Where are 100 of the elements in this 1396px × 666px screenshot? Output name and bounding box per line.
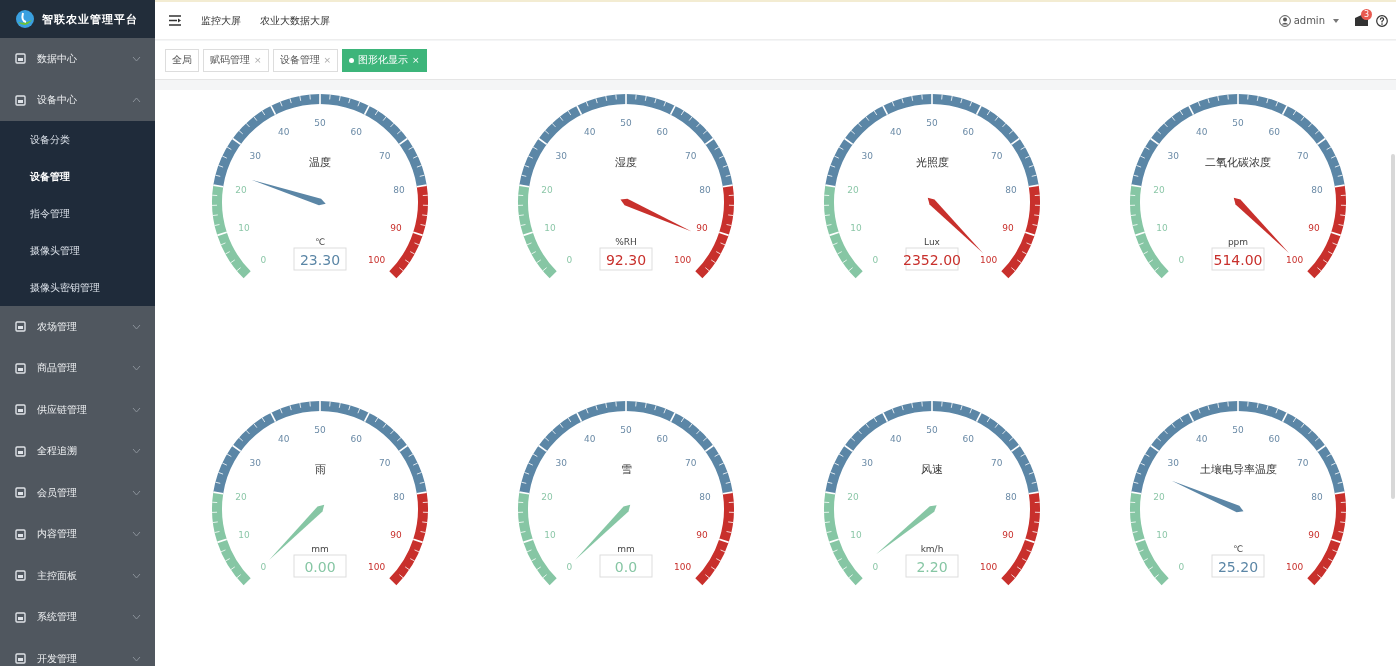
user-icon	[1278, 14, 1291, 27]
unit-label: ℃	[1232, 544, 1244, 554]
menu-icon	[15, 653, 26, 665]
tab[interactable]: 全局	[165, 48, 199, 72]
menu-item[interactable]: 商品管理	[0, 347, 155, 389]
scale-label: 30	[1167, 151, 1179, 161]
menu-icon	[15, 570, 26, 582]
scale-label: 60	[350, 433, 363, 444]
scale-label: 60	[656, 126, 669, 137]
menu-icon	[15, 362, 26, 374]
tab-label: 全局	[172, 53, 192, 67]
scale-label: 100	[673, 561, 692, 572]
scale-label: 80	[699, 492, 711, 503]
user-menu[interactable]: admin	[1293, 15, 1325, 26]
scale-label: 100	[1285, 254, 1304, 265]
menu-icon	[15, 528, 26, 540]
unit-label: Lux	[924, 237, 940, 247]
gauge-title: 雨	[314, 463, 326, 476]
submenu-item[interactable]: 摄像头密钥管理	[0, 269, 155, 306]
menu-item[interactable]: 供应链管理	[0, 389, 155, 431]
nav-link[interactable]: 农业大数据大屏	[260, 13, 330, 28]
value-display: 25.20	[1211, 554, 1265, 578]
scale-label: 30	[249, 151, 261, 161]
tab[interactable]: 设备管理 ×	[272, 48, 339, 72]
chevron-icon	[132, 655, 141, 662]
needle	[927, 197, 983, 253]
scale-label: 50	[620, 118, 632, 128]
chevron-icon	[132, 406, 141, 413]
menu-icon	[15, 611, 26, 623]
scale-label: 50	[926, 118, 938, 128]
scale-label: 100	[1285, 561, 1304, 572]
scale-label: 70	[379, 458, 391, 468]
scale-label: 60	[1268, 126, 1281, 137]
scale-label: 10	[238, 529, 250, 540]
scale-label: 20	[847, 492, 859, 503]
scale-label: 20	[847, 185, 859, 196]
caret-icon[interactable]	[1333, 18, 1339, 23]
menu-item[interactable]: 系统管理	[0, 596, 155, 638]
scrollbar[interactable]	[1391, 154, 1395, 499]
scale-label: 20	[235, 492, 247, 503]
chevron-icon	[132, 55, 141, 62]
chevron-icon	[132, 572, 141, 579]
app-title: 智联农业管理平台	[42, 11, 138, 27]
menu-item[interactable]: 设备中心	[0, 79, 155, 121]
scale-label: 20	[235, 185, 247, 196]
menu-item[interactable]: 数据中心	[0, 38, 155, 80]
menu-icon	[15, 404, 26, 416]
value-display: 2.20	[905, 554, 959, 578]
tab[interactable]: 赋码管理 ×	[203, 48, 269, 72]
chevron-icon	[132, 97, 141, 104]
submenu-item[interactable]: 设备分类	[0, 121, 155, 158]
scale-label: 40	[889, 126, 902, 137]
scale-label: 10	[1156, 529, 1168, 540]
menu-icon	[15, 321, 26, 333]
scale-label: 60	[962, 433, 975, 444]
scale-label: 90	[1308, 529, 1320, 540]
submenu-item[interactable]: 设备管理	[0, 158, 155, 195]
scale-label: 40	[583, 126, 596, 137]
scale-label: 100	[673, 254, 692, 265]
menu-item[interactable]: 开发管理	[0, 638, 155, 666]
scale-label: 70	[685, 458, 697, 468]
menu-icon[interactable]	[169, 15, 182, 26]
menu-item[interactable]: 会员管理	[0, 472, 155, 514]
scale-label: 30	[861, 458, 873, 468]
unit-label: ppm	[1227, 237, 1249, 247]
submenu-item[interactable]: 摄像头管理	[0, 232, 155, 269]
scale-label: 90	[390, 529, 402, 540]
dot-icon	[349, 57, 355, 63]
scale-label: 60	[350, 126, 363, 137]
tab-label: 图形化显示	[358, 53, 409, 67]
submenu-item[interactable]: 指令管理	[0, 195, 155, 232]
menu-item[interactable]: 农场管理	[0, 306, 155, 348]
menu-item[interactable]: 内容管理	[0, 513, 155, 555]
scale-label: 60	[656, 433, 669, 444]
scale-label: 70	[991, 458, 1003, 468]
value-display: 2352.00	[903, 247, 961, 271]
gauge-title: 雪	[620, 463, 632, 476]
scale-label: 30	[555, 458, 567, 468]
scale-label: 70	[379, 151, 391, 161]
value-display: 0.0	[599, 554, 653, 578]
tab-label: 设备管理	[279, 53, 320, 67]
scale-label: 80	[1311, 492, 1323, 503]
scale-label: 40	[277, 126, 290, 137]
unit-label: mm	[311, 544, 329, 554]
scale-label: 0	[566, 254, 573, 265]
menu-icon	[15, 94, 26, 106]
menu-item[interactable]: 主控面板	[0, 555, 155, 597]
scale-label: 80	[393, 185, 405, 196]
scale-label: 0	[260, 254, 267, 265]
help-icon[interactable]	[1376, 14, 1388, 27]
scale-label: 40	[583, 433, 596, 444]
scale-label: 10	[544, 529, 556, 540]
gauge-title: 湿度	[615, 156, 637, 169]
scale-label: 0	[1178, 254, 1185, 265]
notification-badge: 3	[1361, 9, 1373, 20]
scale-label: 90	[696, 222, 708, 233]
scale-label: 40	[1195, 433, 1208, 444]
menu-item[interactable]: 全程追溯	[0, 430, 155, 472]
nav-link[interactable]: 监控大屏	[201, 13, 241, 28]
gauge-title: 土壤电导率温度	[1199, 463, 1277, 476]
